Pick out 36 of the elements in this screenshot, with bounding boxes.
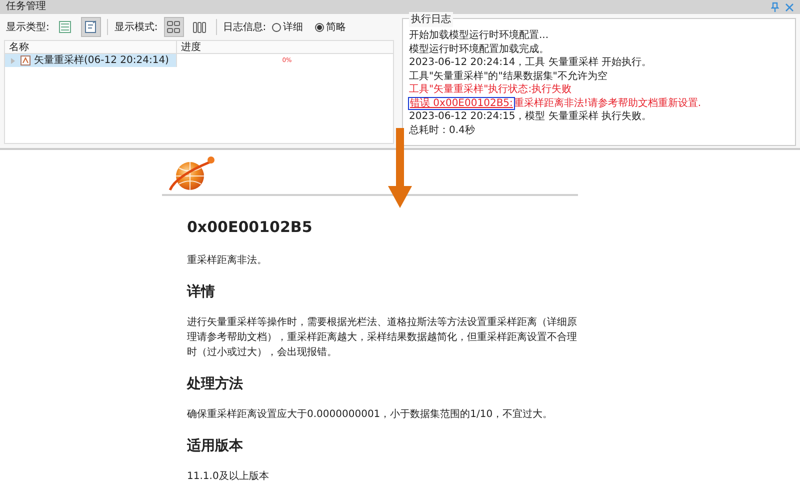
radio-option[interactable]: 简略 (315, 20, 346, 34)
column-header: 名称 (5, 41, 177, 53)
section-heading: 详情 (187, 282, 216, 302)
section-text: 确保重采样距离设置应大于0.0000000001，小于数据集范围的1/10，不宜过大。 (187, 408, 554, 422)
error-message: 重采样距离非法!请参考帮助文档重新设置. (514, 98, 702, 108)
section-text: 进行矢量重采样等操作时，需要根据光栏法、道格拉斯法等方法设置重采样距离（详细原理请参考帮助文档），重采样距离越大，采样结果数据越简化，但重采样距离设置不合理时（过小或过大），会出现报错。 (187, 316, 578, 360)
section-heading: 处理方法 (187, 374, 244, 394)
log-line: 工具"矢量重采样"的"结果数据集"不允许为空 (408, 70, 608, 83)
error-summary: 重采样距离非法。 (187, 254, 268, 268)
window-title: 任务管理 (6, 0, 46, 14)
error-line: 工具"矢量重采样"执行状态:执行失败 (408, 83, 573, 96)
close-icon[interactable] (785, 2, 794, 12)
pin-icon[interactable] (771, 2, 779, 12)
display-type-label: 显示类型: (6, 20, 50, 34)
log-line: 2023-06-12 20:24:15，模型 矢量重采样 执行失败。 (408, 110, 653, 124)
section-heading: 适用版本 (187, 436, 244, 456)
error-code-link[interactable]: 错误 0x00E00102B5: (409, 98, 514, 108)
log-line: 总耗时：0.4秒 (408, 124, 476, 137)
section-text: 11.1.0及以上版本 (187, 470, 270, 484)
log-line: 2023-06-12 20:24:14，工具 矢量重采样 开始执行。 (408, 56, 653, 70)
radio-option[interactable]: 详细 (272, 20, 304, 34)
task-name: 矢量重采样(06-12 20:24:14) (34, 54, 169, 67)
display-mode-label: 显示模式: (114, 20, 158, 34)
list-icon (58, 20, 72, 34)
log-info-label: 日志信息: (222, 20, 266, 34)
columns-icon (192, 20, 208, 34)
grid-icon (166, 20, 182, 34)
column-header: 进度 (180, 41, 202, 53)
log-panel-title: 执行日志 (409, 12, 453, 27)
log-line: 开始加载模型运行时环境配置... (408, 29, 550, 42)
log-line: 模型运行时环境配置加载完成。 (408, 42, 550, 56)
document-icon (84, 20, 98, 34)
error-code-title: 0x00E00102B5 (187, 217, 314, 238)
expander-icon[interactable] (9, 56, 17, 64)
display-mode-button[interactable] (164, 17, 184, 37)
display-type-button[interactable] (81, 17, 102, 37)
